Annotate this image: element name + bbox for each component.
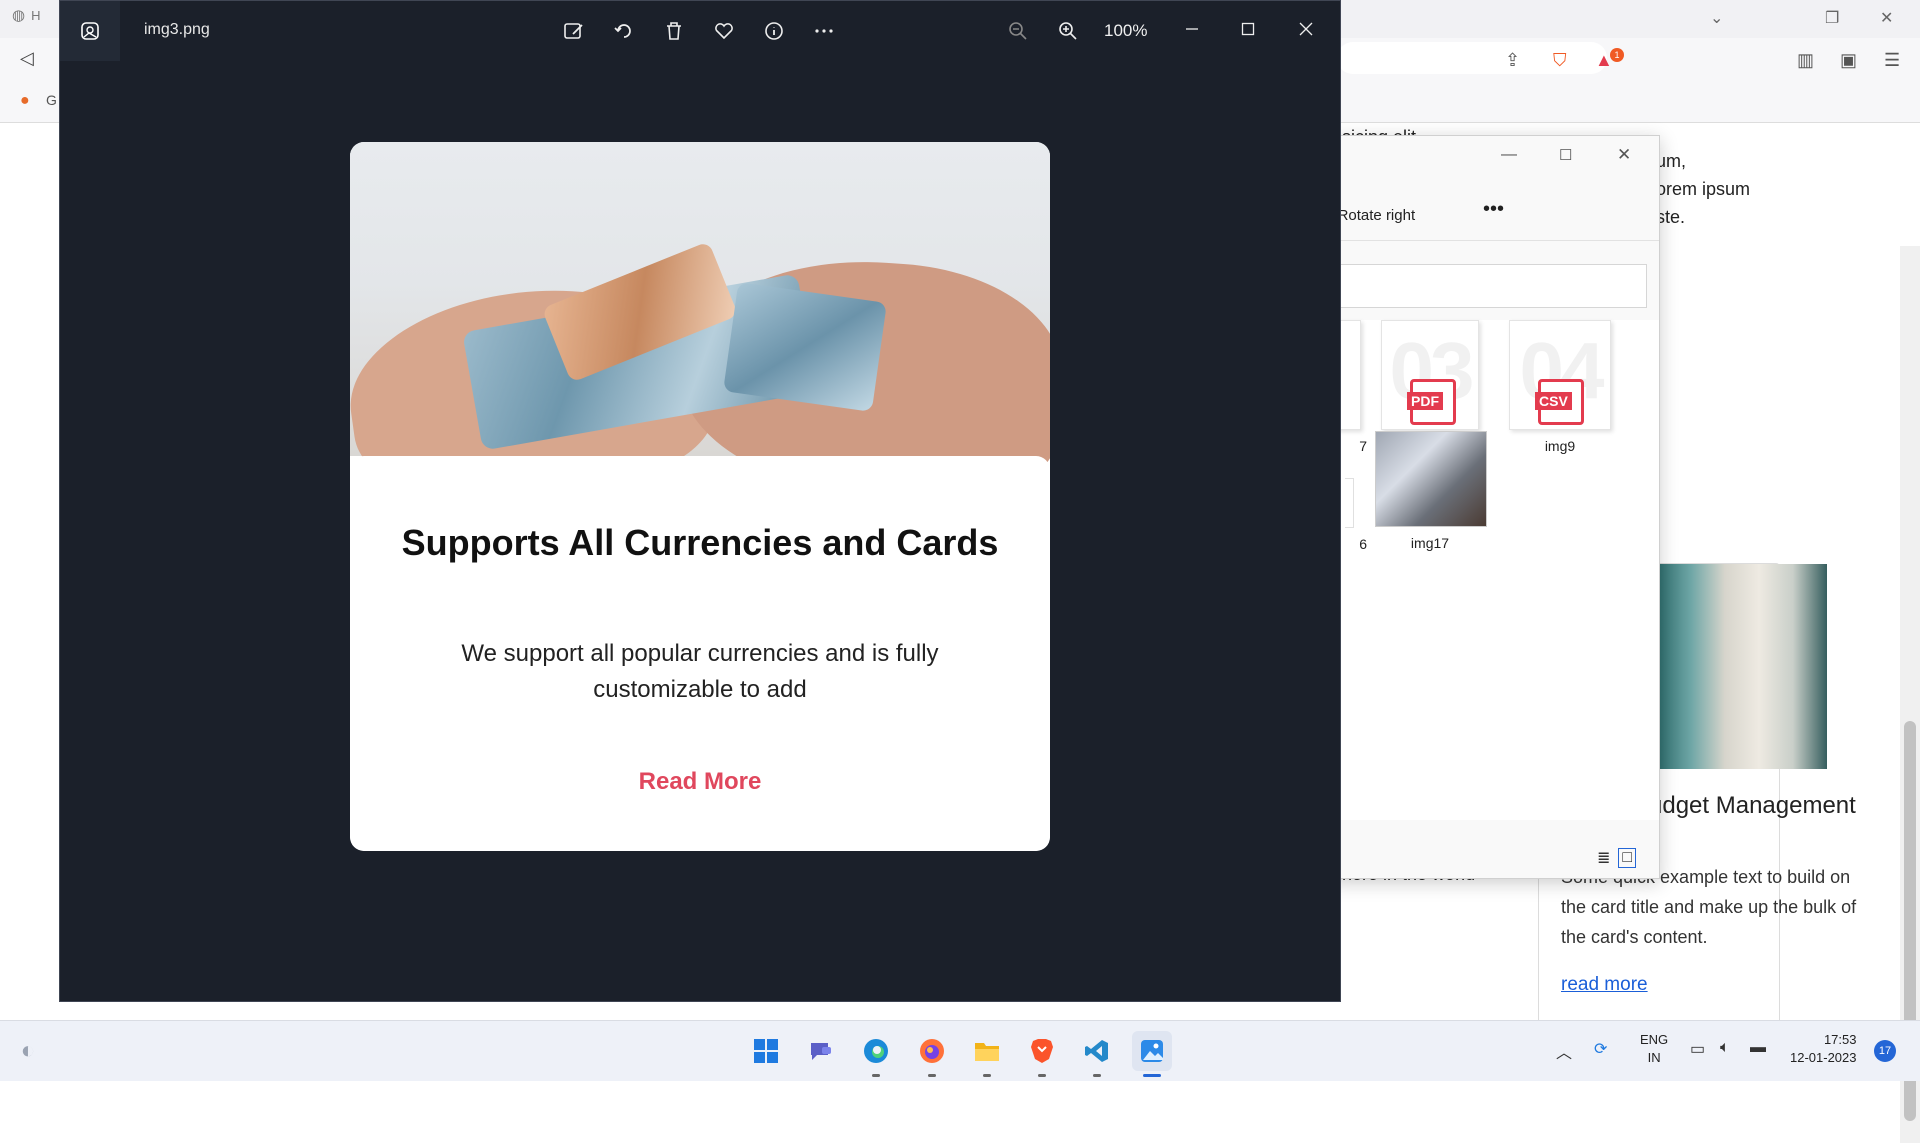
teams-chat-icon[interactable] xyxy=(801,1031,841,1071)
network-icon[interactable]: ▭ xyxy=(1690,1039,1705,1059)
card-title: Supports All Currencies and Cards xyxy=(401,522,999,563)
back-icon[interactable]: ◁ xyxy=(20,48,34,69)
divider xyxy=(1331,240,1659,241)
bg-paragraph-line: orem ipsum xyxy=(1656,179,1751,199)
taskbar: ◐ ︿ ⟳ ENG IN ▭ 🔈︎ ▬ 17:53 12-01-2023 17 xyxy=(0,1020,1920,1081)
browser-tab-title: H xyxy=(31,7,41,23)
delete-icon[interactable] xyxy=(660,17,688,45)
maximize-icon[interactable] xyxy=(1230,11,1266,47)
restore-icon[interactable]: ❐ xyxy=(1825,8,1839,28)
zoom-level[interactable]: 100% xyxy=(1104,21,1147,41)
favorite-heart-icon[interactable] xyxy=(710,17,738,45)
weather-widget-icon[interactable]: ◐ xyxy=(8,1031,48,1071)
chevron-up-icon[interactable]: ︿ xyxy=(1556,1039,1572,1063)
bg-paragraph-line: ste. xyxy=(1656,207,1686,227)
vscode-icon[interactable] xyxy=(1077,1031,1117,1077)
close-icon[interactable] xyxy=(1288,11,1324,47)
browser-tab[interactable]: ◍ H xyxy=(12,6,40,24)
notification-badge: 1 xyxy=(1610,48,1624,62)
sidebar-icon[interactable]: ▥ xyxy=(1797,50,1814,71)
file-grid: 2 7 03 PDF img8 04 CSV img9 6 img17 xyxy=(1263,320,1659,820)
file-thumbnail: 03 PDF xyxy=(1381,320,1479,430)
zoom-out-icon[interactable] xyxy=(1004,17,1032,45)
photos-titlebar: img3.png 100% xyxy=(60,1,1340,61)
photo-thumbnail xyxy=(1375,431,1487,527)
start-icon[interactable] xyxy=(746,1031,786,1071)
language-indicator[interactable]: ENG IN xyxy=(1640,1031,1668,1067)
file-explorer-icon[interactable] xyxy=(967,1031,1007,1077)
close-icon[interactable]: ✕ xyxy=(1617,145,1631,165)
details-view-icon[interactable]: ≣ xyxy=(1597,848,1610,868)
bookmark-label[interactable]: G xyxy=(46,92,57,108)
page-scrollbar[interactable] xyxy=(1900,246,1920,1143)
card-image xyxy=(1657,564,1827,769)
rotate-icon[interactable] xyxy=(610,17,638,45)
clock[interactable]: 17:53 12-01-2023 xyxy=(1790,1031,1857,1067)
large-icons-view-icon[interactable]: □ xyxy=(1618,848,1637,868)
share-icon[interactable]: ⇪ xyxy=(1505,50,1520,71)
card-title: udget Management xyxy=(1649,792,1856,819)
read-more-link[interactable]: read more xyxy=(1561,974,1648,996)
explorer-search-box[interactable] xyxy=(1331,264,1647,308)
photos-app-taskbar-icon[interactable] xyxy=(1132,1031,1172,1077)
view-switcher: ≣ □ xyxy=(1597,848,1637,868)
pdf-icon: PDF xyxy=(1407,379,1456,425)
file-item-img17[interactable]: img17 xyxy=(1375,431,1487,551)
globe-icon: ◍ xyxy=(12,7,26,24)
sync-icon[interactable]: ⟳ xyxy=(1594,1039,1607,1059)
file-name: img9 xyxy=(1544,438,1576,454)
file-explorer-window: — ☐ ✕ ⟳ Rotate right ••• 2 7 03 PDF img8… xyxy=(1263,135,1660,879)
csv-icon: CSV xyxy=(1535,379,1584,425)
file-thumbnail xyxy=(1345,478,1354,528)
brave-browser-icon[interactable] xyxy=(1022,1031,1062,1077)
file-item-img9[interactable]: 04 CSV img9 xyxy=(1505,320,1615,454)
maximize-icon[interactable]: ☐ xyxy=(1559,146,1572,164)
edit-image-icon[interactable] xyxy=(560,17,588,45)
edge-browser-icon[interactable] xyxy=(856,1031,896,1077)
photos-app-icon[interactable] xyxy=(60,1,120,61)
volume-icon[interactable]: 🔈︎ xyxy=(1720,1039,1730,1057)
brave-shield-icon[interactable]: ⛉ xyxy=(1553,50,1567,71)
minimize-icon[interactable]: — xyxy=(1501,146,1517,164)
more-options-button[interactable]: ••• xyxy=(1483,198,1504,221)
menu-icon[interactable]: ☰ xyxy=(1884,50,1900,71)
rotate-right-label: Rotate right xyxy=(1337,206,1416,224)
banknotes-shape xyxy=(723,282,887,412)
photos-window: img3.png 100% Supports All Currencies an… xyxy=(59,0,1341,1002)
file-name: img17 xyxy=(1410,535,1450,551)
money-in-hands-photo xyxy=(350,142,1050,517)
zoom-in-icon[interactable] xyxy=(1054,17,1082,45)
close-icon[interactable]: ✕ xyxy=(1880,8,1893,28)
file-name: img3.png xyxy=(144,21,210,38)
card-text: We support all popular currencies and is… xyxy=(461,640,939,703)
notification-count-badge[interactable]: 17 xyxy=(1874,1040,1896,1062)
read-more-link: Read More xyxy=(638,768,762,795)
chevron-down-icon[interactable]: ⌄ xyxy=(1710,8,1723,28)
more-options-icon[interactable] xyxy=(810,17,838,45)
feature-card: Supports All Currencies and Cards We sup… xyxy=(350,456,1050,851)
explorer-titlebar: — ☐ ✕ xyxy=(1331,136,1659,186)
info-icon[interactable] xyxy=(760,17,788,45)
wallet-icon[interactable]: ▣ xyxy=(1840,50,1857,71)
battery-icon[interactable]: ▬ xyxy=(1750,1039,1766,1057)
firefox-icon[interactable] xyxy=(912,1031,952,1077)
firefox-bookmark-icon[interactable]: ● xyxy=(20,92,30,110)
displayed-image: Supports All Currencies and Cards We sup… xyxy=(350,142,1050,851)
bg-paragraph-line: um, xyxy=(1656,151,1687,171)
minimize-icon[interactable] xyxy=(1174,11,1210,47)
file-thumbnail: 04 CSV xyxy=(1509,320,1611,430)
